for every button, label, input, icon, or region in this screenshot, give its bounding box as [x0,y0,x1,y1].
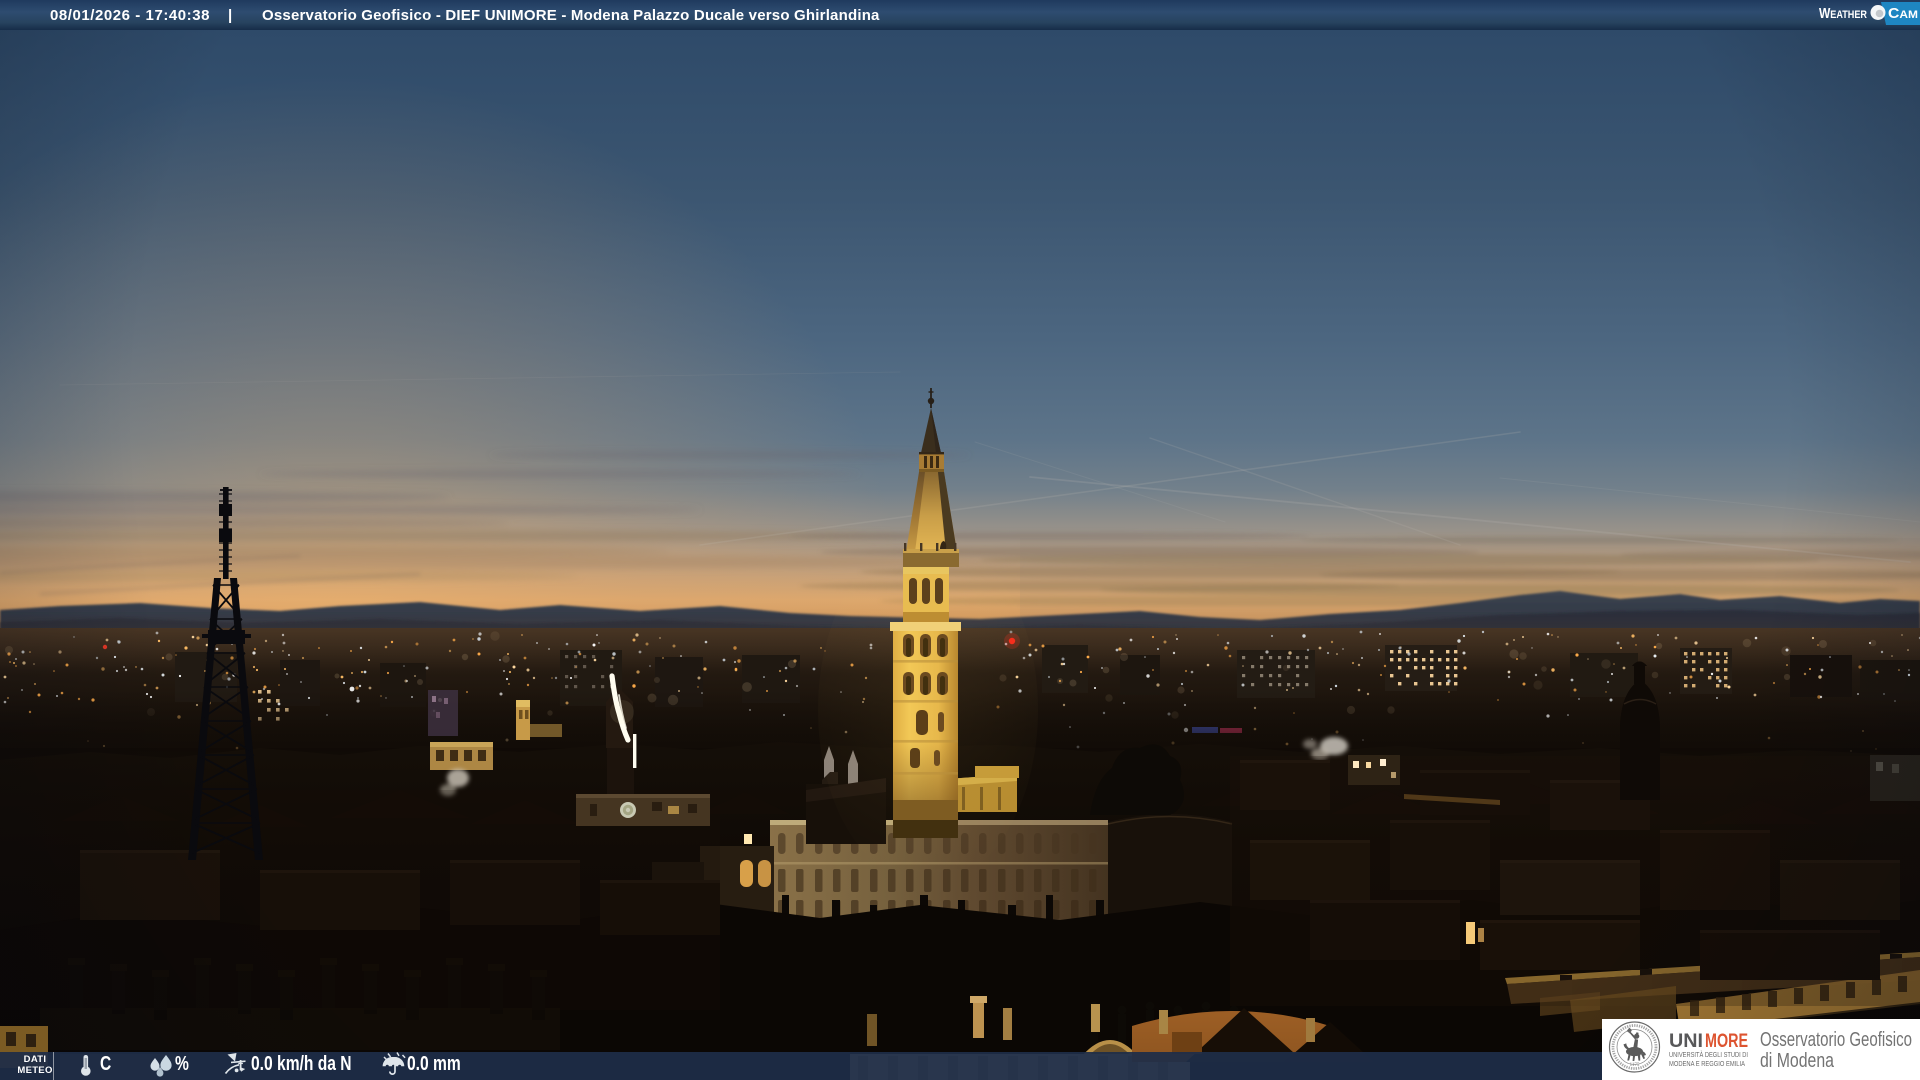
svg-text:WEATHER: WEATHER [1819,6,1867,22]
svg-text:1175: 1175 [1630,1063,1640,1068]
svg-text:Osservatorio Geofisico: Osservatorio Geofisico [1760,1029,1912,1051]
svg-text:CAM: CAM [1888,6,1918,22]
svg-text:MODENA E REGGIO EMILIA: MODENA E REGGIO EMILIA [1669,1059,1746,1068]
svg-text:MORE: MORE [1705,1031,1748,1052]
svg-text:di Modena: di Modena [1760,1050,1835,1072]
svg-text:UNIVERSITÀ DEGLI STUDI DI: UNIVERSITÀ DEGLI STUDI DI [1669,1050,1748,1059]
svg-text:UNI: UNI [1669,1031,1703,1052]
